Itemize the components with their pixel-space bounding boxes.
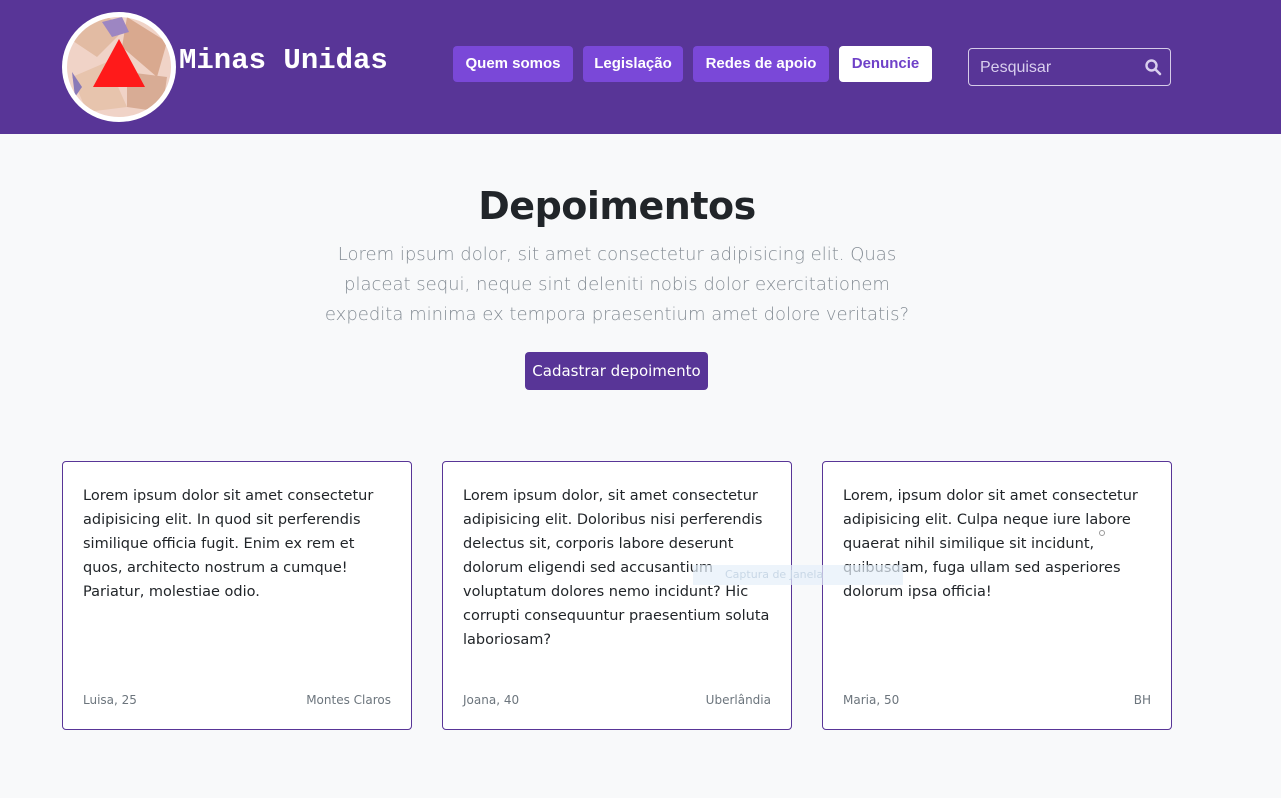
testimonial-text: Lorem ipsum dolor sit amet consectetur a…: [83, 488, 374, 600]
search-placeholder: Pesquisar: [980, 59, 1052, 76]
cursor-indicator: [1099, 530, 1105, 536]
cadastrar-depoimento-button[interactable]: Cadastrar depoimento: [525, 352, 708, 390]
testimonial-city: BH: [1133, 693, 1151, 707]
testimonial-author: Joana, 40: [463, 693, 520, 707]
nav-denuncie-button[interactable]: Denuncie: [839, 46, 932, 82]
brand-title[interactable]: Minas Unidas: [179, 44, 388, 77]
testimonial-card: Lorem ipsum dolor sit amet consectetur a…: [62, 461, 412, 730]
nav-redes-de-apoio-button[interactable]: Redes de apoio: [693, 46, 829, 82]
nav-legislacao-button[interactable]: Legislação: [583, 46, 683, 82]
testimonial-card: Lorem ipsum dolor, sit amet consectetur …: [442, 461, 792, 730]
testimonial-text: Lorem, ipsum dolor sit amet consectetur …: [843, 488, 1138, 600]
testimonial-city: Uberlândia: [705, 693, 771, 707]
hands-triangle-logo-icon: [67, 17, 171, 117]
testimonial-author: Luisa, 25: [83, 693, 137, 707]
testimonial-card: Lorem, ipsum dolor sit amet consectetur …: [822, 461, 1172, 730]
testimonial-city: Montes Claros: [306, 693, 391, 707]
logo[interactable]: [62, 12, 176, 122]
nav-quem-somos-button[interactable]: Quem somos: [453, 46, 573, 82]
navbar: Minas Unidas Quem somos Legislação Redes…: [0, 0, 1281, 134]
search-icon[interactable]: [1144, 58, 1162, 76]
page-title: Depoimentos: [478, 184, 756, 228]
page-lead: Lorem ipsum dolor, sit amet consectetur …: [324, 244, 910, 325]
search-input[interactable]: Pesquisar: [968, 48, 1171, 86]
testimonial-author: Maria, 50: [843, 693, 900, 707]
window-capture-tooltip: Captura de Janela: [693, 565, 903, 585]
